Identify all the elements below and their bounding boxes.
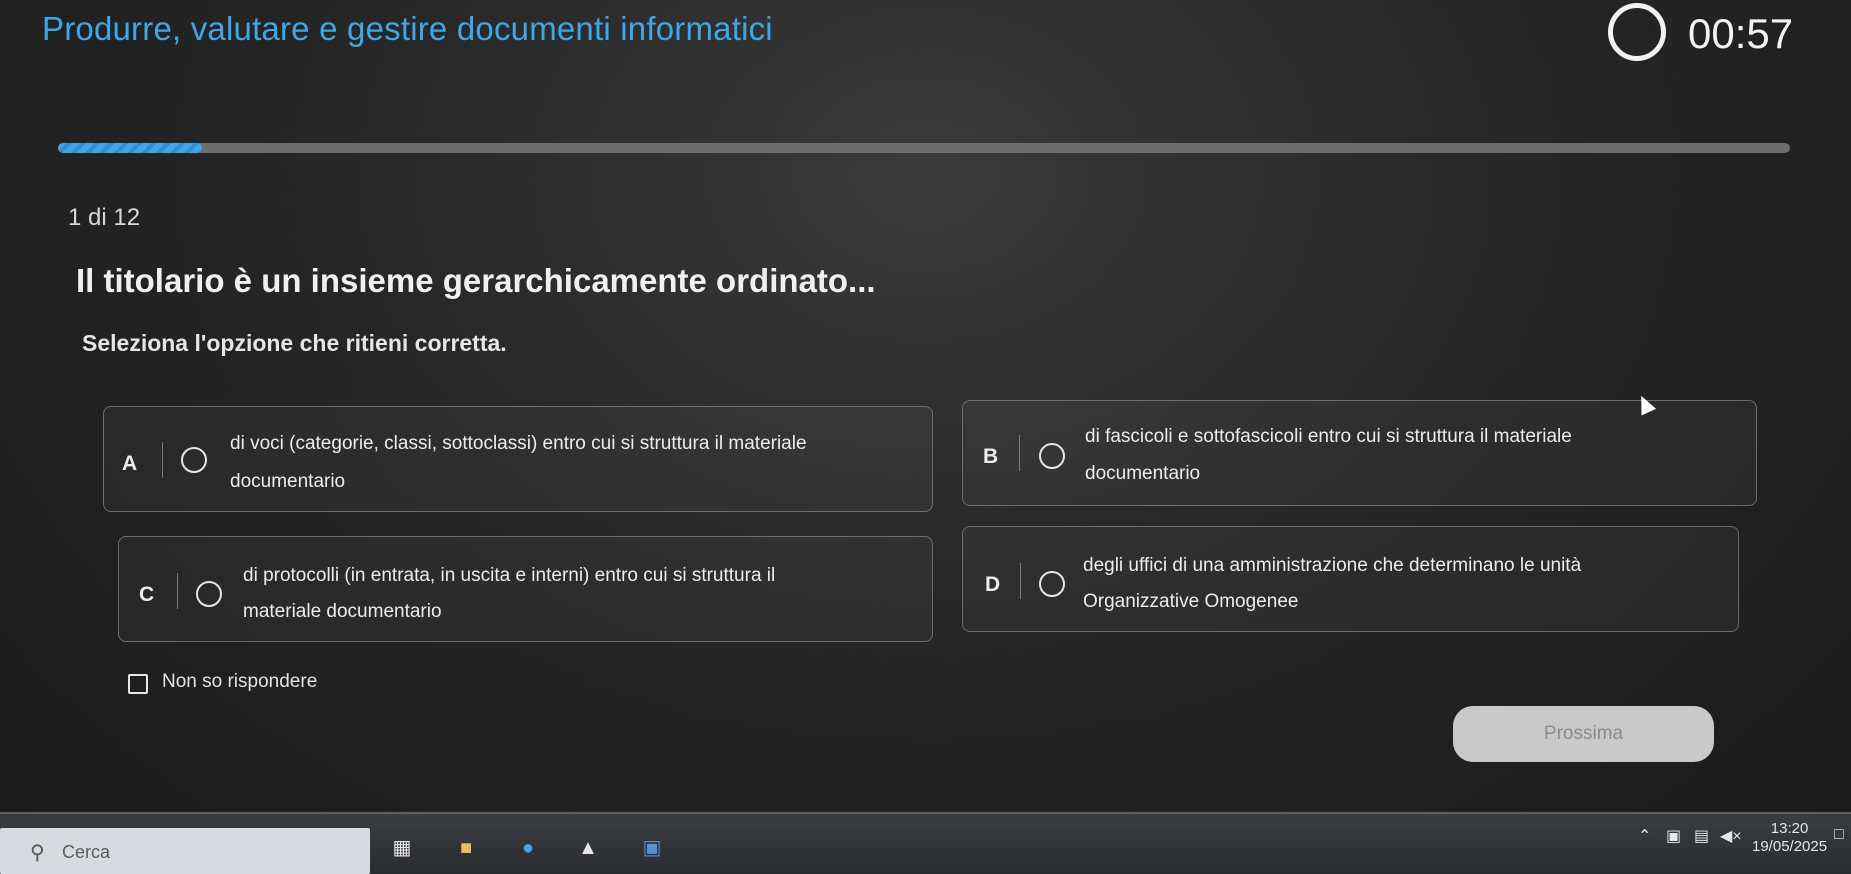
- option-d[interactable]: D degli uffici di una amministrazione ch…: [962, 526, 1739, 632]
- taskbar: ⚲ Cerca ▦ ■ ● ▲ ▣ ⌃ ▣ ▤ ◀× 13:20 19/05/2…: [0, 812, 1851, 874]
- clock-time: 13:20: [1770, 820, 1809, 837]
- option-letter: A: [122, 452, 138, 475]
- option-separator: [1020, 563, 1021, 599]
- task-view-icon[interactable]: ▦: [386, 834, 418, 862]
- volume-mute-icon[interactable]: ◀×: [1720, 826, 1742, 846]
- dont-know-checkbox[interactable]: [128, 674, 148, 694]
- quiz-title: Produrre, valutare e gestire documenti i…: [42, 10, 773, 47]
- option-text-line2: Organizzative Omogenee: [1083, 591, 1299, 612]
- option-text-line1: di voci (categorie, classi, sottoclassi)…: [230, 433, 807, 454]
- search-icon: ⚲: [30, 842, 45, 864]
- option-radio[interactable]: [196, 581, 222, 607]
- option-text-line1: di fascicoli e sottofascicoli entro cui …: [1085, 426, 1572, 447]
- tray-chevron-icon[interactable]: ⌃: [1638, 826, 1651, 846]
- instruction-text: Seleziona l'opzione che ritieni corretta…: [82, 330, 507, 356]
- timer: 00:57: [1688, 10, 1794, 57]
- option-text-line2: materiale documentario: [243, 601, 442, 622]
- edge-icon[interactable]: ●: [512, 834, 544, 862]
- option-c[interactable]: C di protocolli (in entrata, in uscita e…: [118, 536, 933, 642]
- word-icon[interactable]: ▣: [636, 834, 668, 862]
- app-icon[interactable]: ▲: [572, 834, 604, 862]
- notification-icon[interactable]: □: [1834, 826, 1844, 844]
- option-letter: B: [983, 445, 999, 468]
- progress-bar: [58, 143, 1790, 153]
- next-button[interactable]: Prossima: [1453, 706, 1714, 762]
- option-separator: [177, 573, 178, 609]
- option-letter: C: [139, 583, 155, 606]
- option-text-line2: documentario: [1085, 463, 1201, 484]
- option-separator: [162, 442, 163, 478]
- search-input[interactable]: Cerca: [62, 842, 110, 863]
- taskbar-search[interactable]: ⚲ Cerca: [0, 828, 370, 874]
- option-text-line1: degli uffici di una amministrazione che …: [1083, 555, 1582, 576]
- network-icon[interactable]: ▤: [1694, 826, 1709, 846]
- option-text-line1: di protocolli (in entrata, in uscita e i…: [243, 565, 776, 586]
- clock-date: 19/05/2025: [1752, 838, 1828, 855]
- option-radio[interactable]: [1039, 571, 1065, 597]
- clock[interactable]: 13:20 19/05/2025: [1752, 820, 1827, 856]
- question-counter: 1 di 12: [68, 204, 141, 231]
- option-a[interactable]: A di voci (categorie, classi, sottoclass…: [103, 406, 933, 512]
- option-radio[interactable]: [181, 447, 207, 473]
- option-radio[interactable]: [1039, 443, 1065, 469]
- dont-know-label: Non so rispondere: [162, 671, 318, 692]
- tray-app-icon[interactable]: ▣: [1666, 826, 1681, 846]
- timer-ring-icon: [1608, 3, 1666, 61]
- option-letter: D: [985, 573, 1001, 596]
- option-b[interactable]: B di fascicoli e sottofascicoli entro cu…: [962, 400, 1757, 506]
- progress-fill: [58, 143, 202, 153]
- option-text-line2: documentario: [230, 471, 346, 492]
- option-separator: [1019, 435, 1020, 471]
- question-text: Il titolario è un insieme gerarchicament…: [76, 262, 876, 299]
- folder-icon[interactable]: ■: [450, 834, 482, 862]
